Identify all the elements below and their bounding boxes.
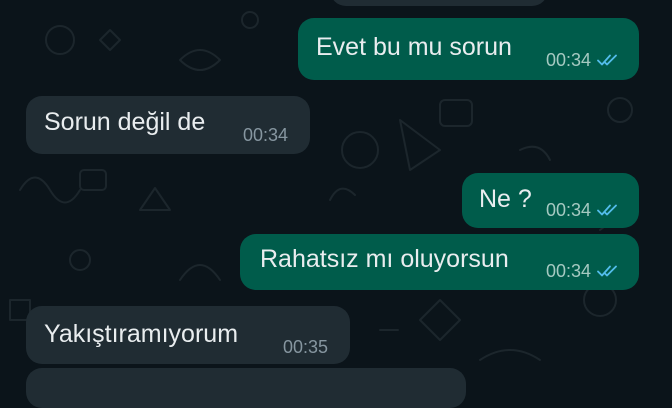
message-bubble-incoming[interactable]: Sorun değil de 00:34 [26,96,310,154]
message-text: Evet bu mu sorun [316,33,512,61]
message-bubble-incoming[interactable]: Yakıştıramıyorum 00:35 [26,306,350,364]
double-check-read-icon [597,264,621,278]
message-time: 00:34 [546,50,592,70]
message-meta: 00:35 [283,337,328,357]
message-time: 00:34 [243,125,289,145]
message-bubble-partial-top[interactable] [330,0,548,6]
message-meta: 00:34 [546,261,621,281]
message-bubble-outgoing[interactable]: Rahatsız mı oluyorsun 00:34 [240,234,639,290]
message-text: Yakıştıramıyorum [44,320,239,348]
message-time: 00:34 [546,200,592,220]
message-time: 00:35 [283,337,329,357]
message-bubble-partial-bottom[interactable] [26,368,466,408]
double-check-read-icon [597,53,621,67]
message-text: Rahatsız mı oluyorsun [260,245,509,273]
message-bubble-outgoing[interactable]: Ne ? 00:34 [462,173,639,228]
message-bubble-outgoing[interactable]: Evet bu mu sorun 00:34 [298,18,639,80]
double-check-read-icon [597,203,621,217]
message-text: Ne ? [479,185,532,213]
message-meta: 00:34 [546,200,621,220]
message-time: 00:34 [546,261,592,281]
message-meta: 00:34 [243,125,288,145]
message-meta: 00:34 [546,50,621,70]
message-text: Sorun değil de [44,108,206,136]
